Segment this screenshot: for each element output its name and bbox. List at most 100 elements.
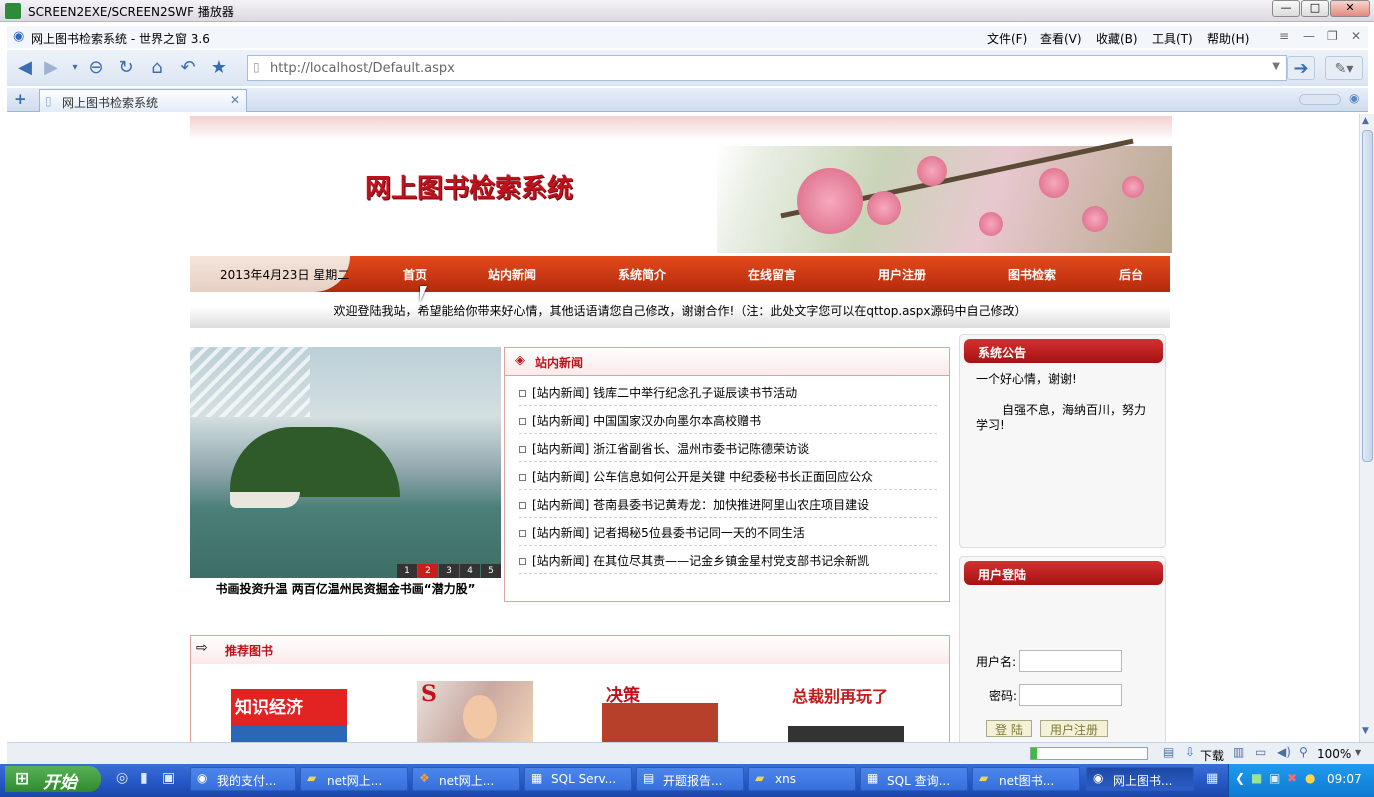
news-item[interactable]: [站内新闻] 浙江省副省长、温州市委书记陈德荣访谈 xyxy=(519,434,937,462)
slide-page-1[interactable]: 1 xyxy=(397,564,417,578)
nav-admin[interactable]: 后台 xyxy=(1119,266,1143,283)
address-url[interactable]: http://localhost/Default.aspx xyxy=(270,61,455,76)
go-arrow-icon[interactable]: ➔ xyxy=(1287,56,1315,80)
tray-arrow-icon[interactable]: ❮ xyxy=(1235,771,1245,785)
back-icon[interactable]: ◀ xyxy=(13,56,37,80)
favorite-star-icon[interactable]: ★ xyxy=(207,56,231,80)
taskbar-item[interactable]: ▤ 开题报告... xyxy=(636,767,744,791)
tray-app-icon[interactable]: ■ xyxy=(1251,771,1262,785)
progress-fill xyxy=(1031,748,1037,759)
book-cover[interactable]: 决策 xyxy=(602,681,718,742)
password-input[interactable] xyxy=(1019,684,1122,706)
slide-pager: 12345 xyxy=(396,562,501,578)
media-quicklaunch-icon[interactable]: ▮ xyxy=(140,770,148,786)
menu-file[interactable]: 文件(F) xyxy=(987,30,1027,47)
login-button[interactable]: 登 陆 xyxy=(986,720,1032,737)
blossom xyxy=(1039,168,1069,198)
news-item[interactable]: [站内新闻] 苍南县委书记黄寿龙：加快推进阿里山农庄项目建设 xyxy=(519,490,937,518)
tab-scroll-handle[interactable] xyxy=(1299,94,1341,105)
taskbar-item[interactable]: ▰ xns xyxy=(748,767,856,791)
tab-label[interactable]: 网上图书检索系统 xyxy=(62,94,158,111)
zoom-icon[interactable]: ⚲ xyxy=(1299,745,1308,759)
close-icon[interactable]: ✕ xyxy=(1351,29,1361,43)
zoom-level[interactable]: 100% xyxy=(1317,747,1351,761)
forward-icon[interactable]: ▶ xyxy=(39,56,63,80)
book-cover[interactable]: S xyxy=(417,681,533,742)
minimize-button[interactable]: — xyxy=(1272,0,1300,17)
desktop-quicklaunch-icon[interactable]: ▣ xyxy=(162,770,175,786)
page-info-icon[interactable]: ▥ xyxy=(1233,745,1244,759)
maximize-button[interactable]: □ xyxy=(1301,0,1329,17)
slideshow-image[interactable]: 12345 xyxy=(190,347,501,578)
zoom-dropdown-icon[interactable]: ▼ xyxy=(1355,748,1361,757)
taskbar-item[interactable]: ▰ net图书... xyxy=(972,767,1080,791)
restore-icon[interactable]: ❐ xyxy=(1327,29,1338,43)
ie-quicklaunch-icon[interactable]: ◎ xyxy=(116,770,128,786)
tray-qq-icon[interactable]: ● xyxy=(1305,771,1315,785)
slide-page-2[interactable]: 2 xyxy=(418,564,438,578)
nav-news[interactable]: 站内新闻 xyxy=(488,266,536,283)
browser-toolbar: ◀ ▶ ▾ ⊖ ↻ ⌂ ↶ ★ ▯ http://localhost/Defau… xyxy=(7,50,1368,86)
taskbar-item[interactable]: ❖ net网上... xyxy=(412,767,520,791)
news-item[interactable]: [站内新闻] 在其位尽其责——记金乡镇金星村党支部书记余新凯 xyxy=(519,546,937,574)
taskbar-item[interactable]: ▦ SQL 查询... xyxy=(860,767,968,791)
menu-help[interactable]: 帮助(H) xyxy=(1207,30,1249,47)
current-date: 2013年4月23日 星期二 xyxy=(220,268,350,282)
taskbar-item[interactable]: ▰ net网上... xyxy=(300,767,408,791)
address-bar[interactable]: ▯ http://localhost/Default.aspx ▼ xyxy=(247,55,1287,81)
speaker-icon[interactable]: ◀) xyxy=(1277,745,1291,759)
book-cover[interactable]: 知识经济 xyxy=(231,681,347,742)
stop-icon[interactable]: ⊖ xyxy=(84,56,108,80)
book-cover-title: 知识经济 xyxy=(235,698,303,718)
download-arrow-icon[interactable]: ⇩ xyxy=(1185,745,1195,759)
nav-about[interactable]: 系统简介 xyxy=(618,266,666,283)
folder-icon: ▰ xyxy=(307,771,317,785)
menu-view[interactable]: 查看(V) xyxy=(1040,30,1082,47)
username-input[interactable] xyxy=(1019,650,1122,672)
undo-close-icon[interactable]: ↶ xyxy=(176,56,200,80)
news-item[interactable]: [站内新闻] 记者揭秘5位县委书记同一天的不同生活 xyxy=(519,518,937,546)
slide-page-4[interactable]: 4 xyxy=(460,564,480,578)
keyboard-icon[interactable]: ▦ xyxy=(1206,771,1218,786)
nav-home[interactable]: 首页 xyxy=(403,266,427,283)
list-icon[interactable]: ≡ xyxy=(1279,29,1289,43)
book-cover-title: 决策 xyxy=(606,686,640,706)
tab-close-icon[interactable]: ✕ xyxy=(230,93,240,107)
taskbar-item[interactable]: ◉ 我的支付... xyxy=(190,767,296,791)
notice-line1: 一个好心情，谢谢! xyxy=(976,372,1077,386)
tools-wrench-icon[interactable]: ✎▾ xyxy=(1325,56,1363,80)
minimize-icon[interactable]: — xyxy=(1303,29,1315,43)
home-icon[interactable]: ⌂ xyxy=(145,56,169,80)
panel-icon[interactable]: ▤ xyxy=(1163,745,1174,759)
scroll-up-icon[interactable]: ▲ xyxy=(1362,116,1369,126)
print-icon[interactable]: ▭ xyxy=(1255,745,1266,759)
news-item[interactable]: [站内新闻] 钱库二中举行纪念孔子诞辰读书节活动 xyxy=(519,378,937,406)
tab-current[interactable]: ▯ 网上图书检索系统 ✕ xyxy=(39,89,247,112)
menu-favorites[interactable]: 收藏(B) xyxy=(1096,30,1138,47)
tray-network-icon[interactable]: ▣ xyxy=(1269,771,1280,785)
address-dropdown-icon[interactable]: ▼ xyxy=(1272,61,1280,72)
start-button[interactable]: ⊞ 开始 xyxy=(5,766,101,793)
news-item[interactable]: [站内新闻] 公车信息如何公开是关键 中纪委秘书长正面回应公众 xyxy=(519,462,937,490)
register-button[interactable]: 用户注册 xyxy=(1040,720,1108,737)
scroll-thumb[interactable] xyxy=(1362,130,1373,462)
taskbar-item[interactable]: ▦ SQL Serv... xyxy=(524,767,632,791)
new-tab-icon[interactable]: + xyxy=(14,90,27,108)
refresh-icon[interactable]: ↻ xyxy=(114,56,138,80)
slide-caption[interactable]: 书画投资升温 两百亿温州民资掘金书画“潜力股” xyxy=(190,580,501,597)
news-item[interactable]: [站内新闻] 中国国家汉办向墨尔本高校赠书 xyxy=(519,406,937,434)
menu-tools[interactable]: 工具(T) xyxy=(1152,30,1193,47)
nav-register[interactable]: 用户注册 xyxy=(878,266,926,283)
nav-guestbook[interactable]: 在线留言 xyxy=(748,266,796,283)
download-label[interactable]: 下载 xyxy=(1200,747,1224,764)
tray-security-icon[interactable]: ✖ xyxy=(1287,771,1297,785)
slide-page-3[interactable]: 3 xyxy=(439,564,459,578)
slide-page-5[interactable]: 5 xyxy=(481,564,501,578)
tab-menu-icon[interactable]: ◉ xyxy=(1349,91,1359,105)
book-cover[interactable]: 总裁别再玩了 xyxy=(788,681,904,742)
page-scrollbar[interactable]: ▲ ▼ xyxy=(1359,114,1374,742)
nav-book-search[interactable]: 图书检索 xyxy=(1008,266,1056,283)
close-button[interactable]: ✕ xyxy=(1330,0,1370,17)
taskbar-item-active[interactable]: ◉ 网上图书... xyxy=(1086,767,1194,791)
scroll-down-icon[interactable]: ▼ xyxy=(1362,726,1369,736)
